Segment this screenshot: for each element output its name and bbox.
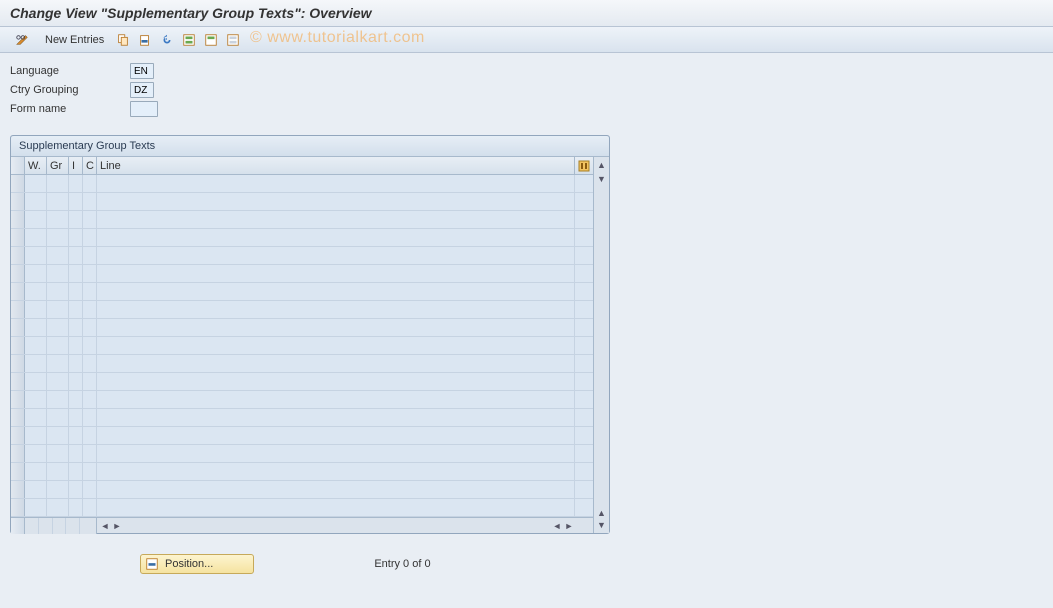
row-selector[interactable]: [11, 283, 25, 300]
table-row[interactable]: [11, 409, 593, 427]
table-row[interactable]: [11, 427, 593, 445]
table-row[interactable]: [11, 355, 593, 373]
row-selector[interactable]: [11, 355, 25, 372]
select-block-button[interactable]: [201, 30, 221, 50]
scroll-up-inner-icon[interactable]: ▲: [596, 507, 608, 519]
ctry-grouping-label: Ctry Grouping: [10, 84, 130, 96]
content-area: Language Ctry Grouping Form name Supplem…: [0, 53, 1053, 584]
h-scrollbar-row: ◄ ► ◄ ►: [11, 517, 593, 533]
select-all-column[interactable]: [11, 157, 25, 174]
row-selector[interactable]: [11, 499, 25, 516]
position-icon: [145, 557, 159, 571]
row-selector[interactable]: [11, 445, 25, 462]
row-selector[interactable]: [11, 193, 25, 210]
table-row[interactable]: [11, 337, 593, 355]
pencil-glasses-icon: [15, 33, 29, 47]
table-row[interactable]: [11, 499, 593, 517]
row-selector[interactable]: [11, 211, 25, 228]
table-settings-icon: [578, 160, 590, 172]
table-header-row: W. Gr I C Line: [11, 157, 593, 175]
delete-button[interactable]: [135, 30, 155, 50]
footer-row: Position... Entry 0 of 0: [10, 554, 1043, 574]
table-row[interactable]: [11, 193, 593, 211]
watermark: © www.tutorialkart.com: [250, 29, 425, 47]
table-row[interactable]: [11, 211, 593, 229]
undo-button[interactable]: [157, 30, 177, 50]
row-selector[interactable]: [11, 427, 25, 444]
row-selector[interactable]: [11, 337, 25, 354]
table-row[interactable]: [11, 301, 593, 319]
deselect-all-icon: [226, 33, 240, 47]
table-row[interactable]: [11, 265, 593, 283]
ctry-grouping-row: Ctry Grouping: [10, 82, 1043, 98]
language-row: Language: [10, 63, 1043, 79]
table-row[interactable]: [11, 247, 593, 265]
col-header-gr[interactable]: Gr: [47, 157, 69, 174]
col-header-w[interactable]: W.: [25, 157, 47, 174]
table-row[interactable]: [11, 283, 593, 301]
row-selector[interactable]: [11, 319, 25, 336]
table-title: Supplementary Group Texts: [11, 136, 609, 157]
copy-icon: [116, 33, 130, 47]
scroll-right-inner-icon[interactable]: ►: [111, 520, 123, 532]
deselect-all-button[interactable]: [223, 30, 243, 50]
new-entries-label: New Entries: [45, 34, 104, 46]
language-label: Language: [10, 65, 130, 77]
scroll-up-icon[interactable]: ▲: [596, 159, 608, 171]
table-row[interactable]: [11, 445, 593, 463]
table-row[interactable]: [11, 175, 593, 193]
new-entries-button[interactable]: New Entries: [38, 30, 111, 50]
ctry-grouping-field[interactable]: [130, 82, 154, 98]
table-row[interactable]: [11, 463, 593, 481]
position-label: Position...: [165, 558, 213, 570]
select-block-icon: [204, 33, 218, 47]
scroll-left-inner-icon[interactable]: ◄: [551, 520, 563, 532]
select-all-icon: [182, 33, 196, 47]
row-selector[interactable]: [11, 229, 25, 246]
form-name-label: Form name: [10, 103, 130, 115]
language-field[interactable]: [130, 63, 154, 79]
toolbar: New Entries: [0, 27, 1053, 53]
copy-as-button[interactable]: [113, 30, 133, 50]
position-button[interactable]: Position...: [140, 554, 254, 574]
form-name-field[interactable]: [130, 101, 158, 117]
row-selector[interactable]: [11, 391, 25, 408]
delete-icon: [138, 33, 152, 47]
scroll-right-icon[interactable]: ►: [563, 520, 575, 532]
scroll-left-icon[interactable]: ◄: [99, 520, 111, 532]
table-row[interactable]: [11, 373, 593, 391]
undo-icon: [160, 33, 174, 47]
scroll-down-inner-icon[interactable]: ▼: [596, 173, 608, 185]
table-row[interactable]: [11, 391, 593, 409]
row-selector[interactable]: [11, 463, 25, 480]
col-header-i[interactable]: I: [69, 157, 83, 174]
hscroll-corner: [11, 518, 25, 534]
v-scrollbar[interactable]: ▲ ▼ ▲ ▼: [593, 157, 609, 533]
page-title: Change View "Supplementary Group Texts":…: [0, 0, 1053, 27]
entry-status: Entry 0 of 0: [374, 558, 430, 570]
row-selector[interactable]: [11, 247, 25, 264]
row-selector[interactable]: [11, 265, 25, 282]
row-selector[interactable]: [11, 373, 25, 390]
row-selector[interactable]: [11, 175, 25, 192]
row-selector[interactable]: [11, 481, 25, 498]
row-selector[interactable]: [11, 301, 25, 318]
select-all-button[interactable]: [179, 30, 199, 50]
scroll-down-icon[interactable]: ▼: [596, 519, 608, 531]
table-row[interactable]: [11, 481, 593, 499]
table-row[interactable]: [11, 319, 593, 337]
form-name-row: Form name: [10, 101, 1043, 117]
table-row[interactable]: [11, 229, 593, 247]
h-scrollbar[interactable]: ◄ ► ◄ ►: [97, 520, 577, 532]
col-header-c[interactable]: C: [83, 157, 97, 174]
toggle-display-change-button[interactable]: [8, 30, 36, 50]
table-configure-button[interactable]: [575, 157, 593, 174]
row-selector[interactable]: [11, 409, 25, 426]
col-header-line[interactable]: Line: [97, 157, 575, 174]
table-panel: Supplementary Group Texts W. Gr I C Line: [10, 135, 610, 534]
